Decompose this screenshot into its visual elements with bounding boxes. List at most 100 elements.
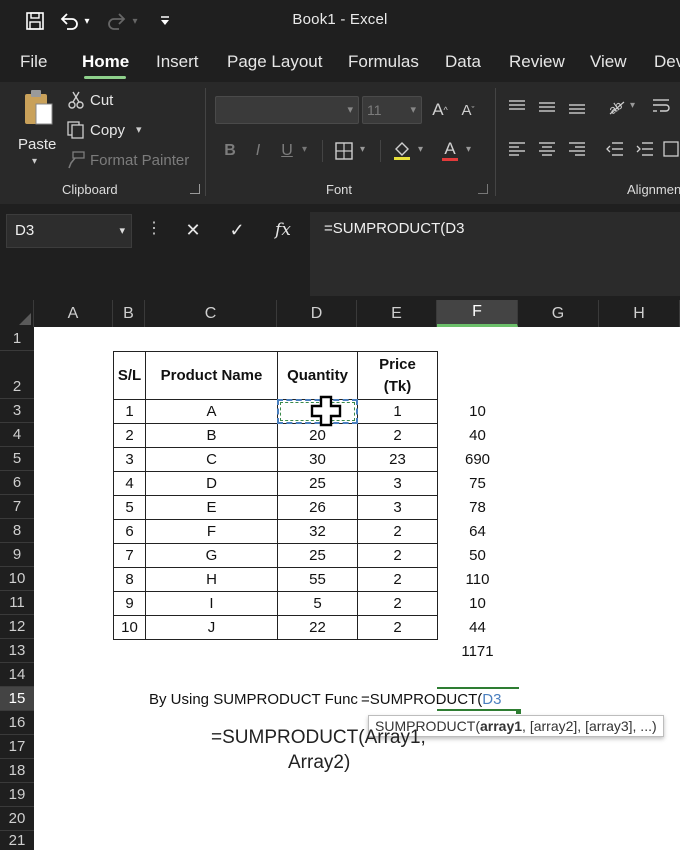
copy-button[interactable]: Copy — [90, 122, 125, 139]
row-header[interactable]: 19 — [0, 783, 34, 807]
middle-align-icon[interactable] — [536, 96, 558, 118]
row-header[interactable]: 4 — [0, 423, 34, 447]
font-size-dropdown-icon[interactable]: ▾ — [410, 103, 416, 116]
row-header[interactable]: 5 — [0, 447, 34, 471]
row-header[interactable]: 12 — [0, 615, 34, 639]
table-row-quantity[interactable]: 25 — [277, 471, 358, 496]
tab-page-layout[interactable]: Page Layout — [227, 52, 322, 72]
table-row-sl[interactable]: 5 — [113, 495, 146, 520]
fill-color-icon[interactable] — [390, 136, 414, 164]
row-header[interactable]: 7 — [0, 495, 34, 519]
table-row-name[interactable]: A — [145, 399, 278, 424]
table-row-price[interactable]: 2 — [357, 591, 438, 616]
table-row-price[interactable]: 2 — [357, 543, 438, 568]
table-row-quantity[interactable]: 26 — [277, 495, 358, 520]
row-header[interactable]: 6 — [0, 471, 34, 495]
table-row-quantity[interactable]: 30 — [277, 447, 358, 472]
column-header-h[interactable]: H — [599, 300, 680, 327]
row-header[interactable]: 17 — [0, 735, 34, 759]
decrease-font-size-icon[interactable]: Aˇ — [456, 96, 480, 124]
table-row-sl[interactable]: 4 — [113, 471, 146, 496]
table-row-sl[interactable]: 3 — [113, 447, 146, 472]
name-box[interactable]: D3 ▾ — [6, 214, 132, 248]
table-row-name[interactable]: D — [145, 471, 278, 496]
more-options-icon[interactable]: ⋮ — [146, 218, 162, 242]
table-row-sl[interactable]: 9 — [113, 591, 146, 616]
increase-font-size-icon[interactable]: A ^ — [428, 96, 452, 124]
select-all-corner[interactable] — [0, 300, 34, 327]
font-size-combobox[interactable]: 11 ▾ — [362, 96, 422, 124]
product-value[interactable]: 75 — [437, 471, 518, 495]
table-row-price[interactable]: 3 — [357, 471, 438, 496]
product-value[interactable]: 110 — [437, 567, 518, 591]
table-row-name[interactable]: C — [145, 447, 278, 472]
increase-indent-icon[interactable] — [634, 138, 656, 160]
row-header[interactable]: 15 — [0, 687, 34, 711]
column-header-a[interactable]: A — [34, 300, 113, 327]
column-header-d[interactable]: D — [277, 300, 357, 327]
syntax-note-line2[interactable]: Array2) — [288, 752, 350, 774]
table-row-price[interactable]: 3 — [357, 495, 438, 520]
wrap-text-icon[interactable] — [650, 94, 674, 118]
fill-handle[interactable] — [516, 709, 521, 714]
syntax-note-line1[interactable]: =SUMPRODUCT(Array1, — [211, 727, 426, 749]
table-row-price[interactable]: 2 — [357, 615, 438, 640]
row-header[interactable]: 11 — [0, 591, 34, 615]
merge-center-icon[interactable] — [662, 138, 680, 160]
table-row-sl[interactable]: 10 — [113, 615, 146, 640]
worksheet-grid[interactable]: S/L Product Name Quantity Price (Tk) 1 A… — [34, 327, 680, 850]
row-header[interactable]: 3 — [0, 399, 34, 423]
font-launcher-icon[interactable] — [478, 184, 488, 194]
product-value[interactable]: 50 — [437, 543, 518, 567]
font-name-combobox[interactable]: ▾ — [215, 96, 359, 124]
italic-button[interactable]: I — [248, 138, 268, 164]
row-header[interactable]: 2 — [0, 351, 34, 399]
table-row-name[interactable]: G — [145, 543, 278, 568]
borders-dropdown-icon[interactable]: ▾ — [360, 144, 365, 155]
font-color-dropdown-icon[interactable]: ▾ — [466, 144, 471, 155]
tab-home[interactable]: Home — [82, 52, 129, 72]
table-row-sl[interactable]: 8 — [113, 567, 146, 592]
table-row-price[interactable]: 23 — [357, 447, 438, 472]
row-header[interactable]: 13 — [0, 639, 34, 663]
row-header[interactable]: 20 — [0, 807, 34, 831]
product-value[interactable]: 40 — [437, 423, 518, 447]
table-row-quantity[interactable]: 32 — [277, 519, 358, 544]
cancel-button[interactable]: ✕ — [180, 216, 206, 244]
table-row-quantity[interactable]: 22 — [277, 615, 358, 640]
product-value[interactable]: 690 — [437, 447, 518, 471]
table-row-quantity[interactable]: 25 — [277, 543, 358, 568]
paste-button[interactable]: Paste ▾ — [18, 88, 58, 167]
cut-button[interactable]: Cut — [90, 92, 113, 109]
bold-button[interactable]: B — [220, 138, 240, 164]
font-name-dropdown-icon[interactable]: ▾ — [347, 103, 353, 116]
products-total[interactable]: 1171 — [437, 639, 518, 663]
table-row-sl[interactable]: 6 — [113, 519, 146, 544]
tab-developer[interactable]: Dev — [654, 52, 680, 72]
row15-label[interactable]: By Using SUMPRODUCT Func — [149, 691, 364, 708]
table-row-name[interactable]: H — [145, 567, 278, 592]
table-row-price[interactable]: 2 — [357, 423, 438, 448]
table-row-price[interactable]: 2 — [357, 567, 438, 592]
align-center-icon[interactable] — [536, 138, 558, 160]
table-row-name[interactable]: B — [145, 423, 278, 448]
table-row-name[interactable]: E — [145, 495, 278, 520]
product-value[interactable]: 78 — [437, 495, 518, 519]
row-header[interactable]: 10 — [0, 567, 34, 591]
table-row-name[interactable]: I — [145, 591, 278, 616]
font-color-icon[interactable]: A — [438, 136, 462, 164]
table-row-sl[interactable]: 1 — [113, 399, 146, 424]
tab-insert[interactable]: Insert — [156, 52, 199, 72]
column-header-b[interactable]: B — [113, 300, 145, 327]
decrease-indent-icon[interactable] — [604, 138, 626, 160]
tab-formulas[interactable]: Formulas — [348, 52, 419, 72]
fill-color-dropdown-icon[interactable]: ▾ — [418, 144, 423, 155]
row-header[interactable]: 9 — [0, 543, 34, 567]
orientation-icon[interactable]: ab — [604, 94, 628, 118]
column-header-c[interactable]: C — [145, 300, 277, 327]
copy-dropdown-icon[interactable]: ▾ — [136, 123, 142, 136]
underline-dropdown-icon[interactable]: ▾ — [302, 144, 307, 155]
table-header-product-name[interactable]: Product Name — [145, 351, 278, 400]
table-row-price[interactable]: 1 — [357, 399, 438, 424]
insert-function-button[interactable]: fx — [268, 216, 298, 244]
